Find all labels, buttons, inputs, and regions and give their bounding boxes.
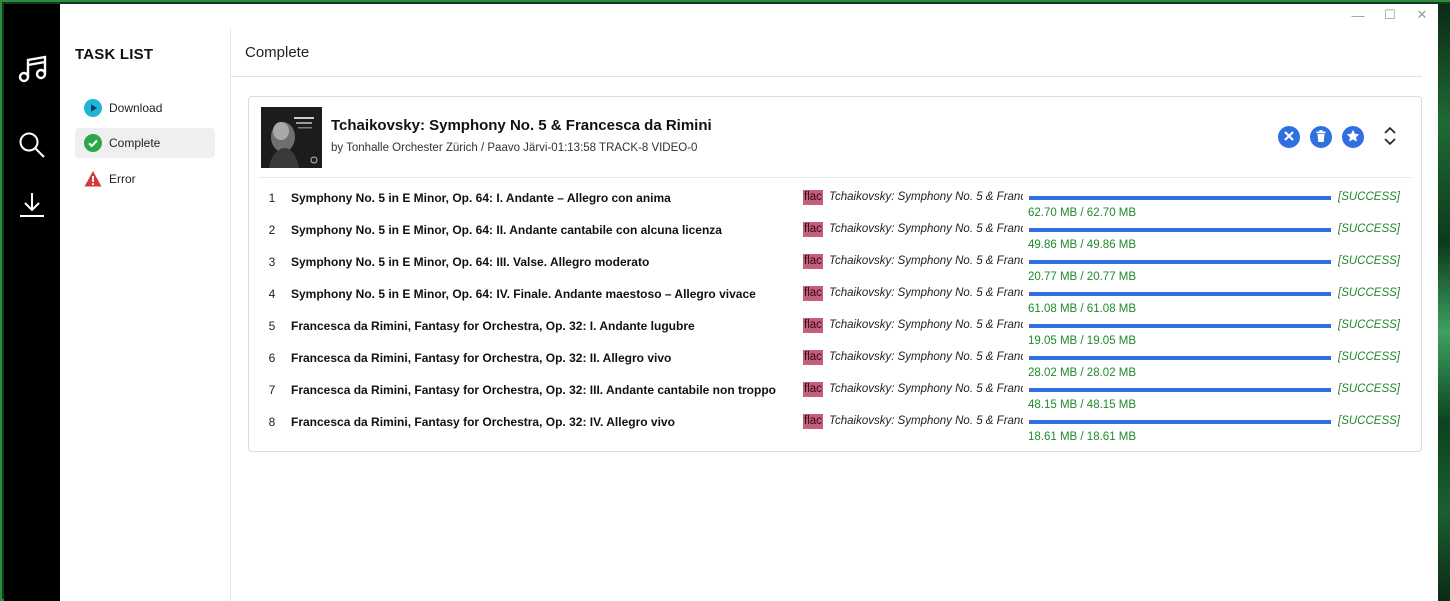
track-album: Tchaikovsky: Symphony No. 5 & Francesca … bbox=[829, 255, 1023, 267]
track-album: Tchaikovsky: Symphony No. 5 & Francesca … bbox=[829, 415, 1023, 427]
album-subtitle: by Tonhalle Orchester Zürich / Paavo Jär… bbox=[331, 142, 698, 154]
track-album: Tchaikovsky: Symphony No. 5 & Francesca … bbox=[829, 191, 1023, 203]
track-number: 6 bbox=[268, 351, 276, 365]
progress-bar bbox=[1029, 324, 1331, 328]
format-badge: flac bbox=[803, 190, 823, 205]
star-icon bbox=[1346, 129, 1360, 146]
sidebar-item-error[interactable]: Error bbox=[75, 164, 215, 194]
track-album: Tchaikovsky: Symphony No. 5 & Francesca … bbox=[829, 351, 1023, 363]
chevron-up-down-icon bbox=[1383, 126, 1397, 149]
track-album: Tchaikovsky: Symphony No. 5 & Francesca … bbox=[829, 287, 1023, 299]
main-window: — ☐ ✕ TASK LIST Download Complete Error … bbox=[60, 4, 1438, 601]
sidebar-title: TASK LIST bbox=[75, 46, 154, 63]
track-number: 5 bbox=[268, 319, 276, 333]
track-album: Tchaikovsky: Symphony No. 5 & Francesca … bbox=[829, 223, 1023, 235]
close-button[interactable]: ✕ bbox=[1406, 4, 1438, 26]
progress-bar bbox=[1029, 420, 1331, 424]
track-album: Tchaikovsky: Symphony No. 5 & Francesca … bbox=[829, 319, 1023, 331]
background-strip bbox=[1438, 4, 1450, 601]
track-number: 8 bbox=[268, 415, 276, 429]
sidebar-item-label: Error bbox=[109, 172, 136, 186]
music-icon bbox=[15, 52, 49, 89]
favorite-button[interactable] bbox=[1342, 126, 1364, 148]
warning-icon bbox=[84, 170, 102, 188]
track-row[interactable]: 5 Francesca da Rimini, Fantasy for Orches… bbox=[249, 313, 1421, 347]
track-row[interactable]: 3 Symphony No. 5 in E Minor, Op. 64: III.… bbox=[249, 249, 1421, 283]
maximize-button[interactable]: ☐ bbox=[1374, 4, 1406, 26]
track-number: 7 bbox=[268, 383, 276, 397]
format-badge: flac bbox=[803, 286, 823, 301]
track-title: Francesca da Rimini, Fantasy for Orchest… bbox=[291, 319, 695, 333]
status-label: [SUCCESS] bbox=[1338, 319, 1400, 331]
download-icon bbox=[17, 190, 47, 223]
format-badge: flac bbox=[803, 350, 823, 365]
status-label: [SUCCESS] bbox=[1338, 383, 1400, 395]
track-number: 3 bbox=[268, 255, 276, 269]
track-album: Tchaikovsky: Symphony No. 5 & Francesca … bbox=[829, 383, 1023, 395]
progress-bar bbox=[1029, 292, 1331, 296]
format-badge: flac bbox=[803, 254, 823, 269]
progress-bar bbox=[1029, 260, 1331, 264]
status-label: [SUCCESS] bbox=[1338, 223, 1400, 235]
close-icon bbox=[1283, 130, 1295, 145]
sidebar: TASK LIST Download Complete Error bbox=[60, 28, 231, 601]
status-label: [SUCCESS] bbox=[1338, 255, 1400, 267]
format-badge: flac bbox=[803, 382, 823, 397]
track-row[interactable]: 2 Symphony No. 5 in E Minor, Op. 64: II. … bbox=[249, 217, 1421, 251]
track-number: 2 bbox=[268, 223, 276, 237]
track-title: Francesca da Rimini, Fantasy for Orchest… bbox=[291, 415, 675, 429]
sidebar-item-label: Complete bbox=[109, 136, 161, 150]
format-badge: flac bbox=[803, 414, 823, 429]
download-size: 18.61 MB / 18.61 MB bbox=[1028, 431, 1137, 443]
page-title: Complete bbox=[245, 44, 310, 61]
divider bbox=[259, 177, 1411, 178]
play-circle-icon bbox=[84, 99, 102, 117]
delete-button[interactable] bbox=[1310, 126, 1332, 148]
expand-collapse-button[interactable] bbox=[1379, 125, 1401, 149]
status-label: [SUCCESS] bbox=[1338, 287, 1400, 299]
album-card: Tchaikovsky: Symphony No. 5 & Francesca … bbox=[248, 96, 1422, 452]
rail-music-button[interactable] bbox=[4, 48, 60, 92]
track-title: Symphony No. 5 in E Minor, Op. 64: IV. F… bbox=[291, 287, 756, 301]
nav-rail bbox=[4, 4, 60, 601]
track-title: Francesca da Rimini, Fantasy for Orchest… bbox=[291, 351, 672, 365]
status-label: [SUCCESS] bbox=[1338, 351, 1400, 363]
track-row[interactable]: 6 Francesca da Rimini, Fantasy for Orches… bbox=[249, 345, 1421, 379]
track-title: Symphony No. 5 in E Minor, Op. 64: III. … bbox=[291, 255, 650, 269]
track-number: 4 bbox=[268, 287, 276, 301]
sidebar-item-complete[interactable]: Complete bbox=[75, 128, 215, 158]
track-row[interactable]: 7 Francesca da Rimini, Fantasy for Orches… bbox=[249, 377, 1421, 411]
minimize-button[interactable]: — bbox=[1342, 4, 1374, 26]
track-number: 1 bbox=[268, 191, 276, 205]
track-row[interactable]: 4 Symphony No. 5 in E Minor, Op. 64: IV. … bbox=[249, 281, 1421, 315]
status-label: [SUCCESS] bbox=[1338, 415, 1400, 427]
progress-bar bbox=[1029, 196, 1331, 200]
trash-icon bbox=[1315, 129, 1327, 145]
divider bbox=[230, 76, 1422, 77]
progress-bar bbox=[1029, 388, 1331, 392]
rail-download-button[interactable] bbox=[4, 184, 60, 228]
search-icon bbox=[17, 130, 47, 163]
window-controls: — ☐ ✕ bbox=[1342, 4, 1438, 28]
progress-bar bbox=[1029, 356, 1331, 360]
app-window: — ☐ ✕ TASK LIST Download Complete Error … bbox=[0, 0, 1450, 601]
progress-bar bbox=[1029, 228, 1331, 232]
album-cover-image bbox=[261, 107, 322, 168]
format-badge: flac bbox=[803, 318, 823, 333]
track-title: Francesca da Rimini, Fantasy for Orchest… bbox=[291, 383, 776, 397]
track-title: Symphony No. 5 in E Minor, Op. 64: I. An… bbox=[291, 191, 671, 205]
status-label: [SUCCESS] bbox=[1338, 191, 1400, 203]
rail-search-button[interactable] bbox=[4, 124, 60, 168]
sidebar-item-label: Download bbox=[109, 101, 163, 115]
check-circle-icon bbox=[84, 134, 102, 152]
sidebar-item-download[interactable]: Download bbox=[75, 93, 215, 123]
format-badge: flac bbox=[803, 222, 823, 237]
track-row[interactable]: 1 Symphony No. 5 in E Minor, Op. 64: I. A… bbox=[249, 185, 1421, 219]
album-title: Tchaikovsky: Symphony No. 5 & Francesca … bbox=[331, 117, 712, 134]
track-title: Symphony No. 5 in E Minor, Op. 64: II. A… bbox=[291, 223, 722, 237]
track-row[interactable]: 8 Francesca da Rimini, Fantasy for Orches… bbox=[249, 409, 1421, 443]
cancel-button[interactable] bbox=[1278, 126, 1300, 148]
